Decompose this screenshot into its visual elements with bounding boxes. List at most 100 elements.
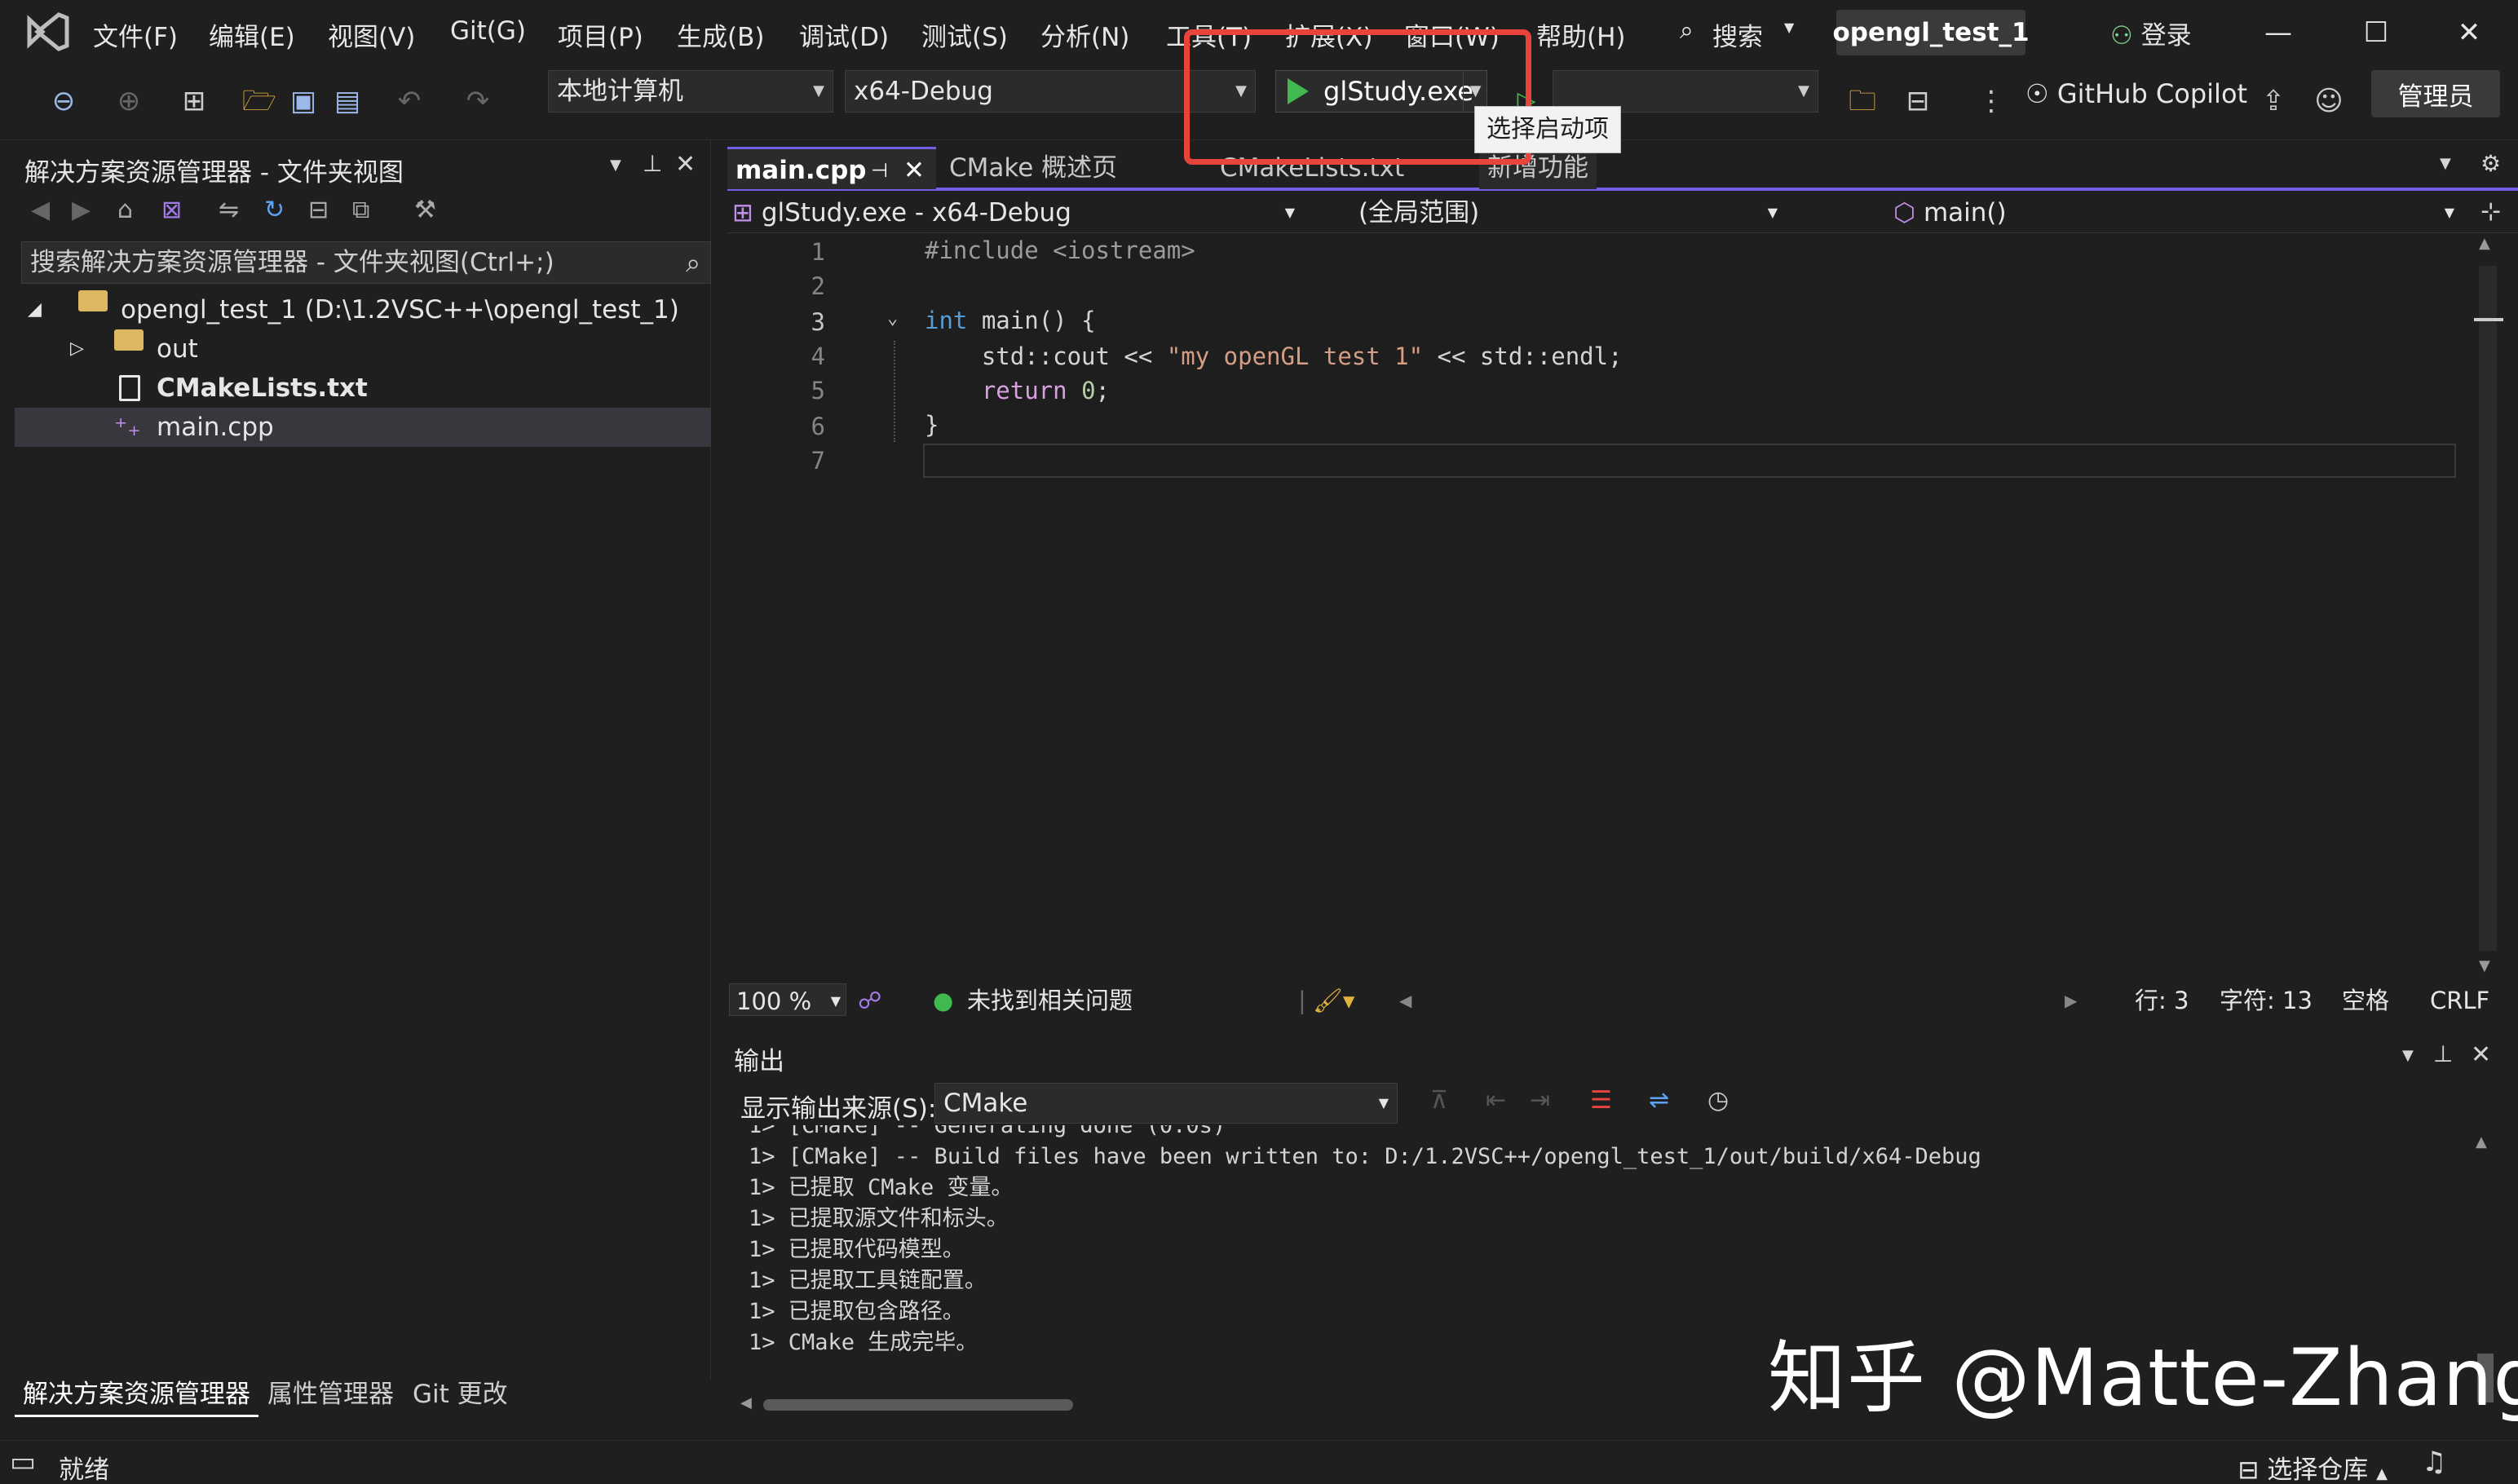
scroll-down-icon[interactable]: ▼ [2479, 957, 2490, 974]
intellicode-icon[interactable]: ☍ [858, 983, 881, 1018]
layout-icon[interactable]: ⊟ [1900, 83, 1936, 119]
close-window-button[interactable]: ✕ [2445, 11, 2494, 54]
tree-item-main-cpp[interactable]: ⁺₊ main.cpp [15, 408, 711, 447]
chevron-down-icon: ▼ [1378, 1095, 1389, 1111]
status-ready: 就绪 [59, 1455, 109, 1484]
pin-icon[interactable]: ⊣ [871, 149, 888, 192]
maximize-button[interactable]: ☐ [2352, 11, 2401, 54]
menu-test[interactable]: 测试(S) [921, 16, 1008, 53]
vertical-scrollbar[interactable]: ▲ ▼ [2471, 233, 2503, 983]
whitespace-indicator[interactable]: 空格 [2342, 983, 2389, 1018]
back-icon[interactable]: ◀ [31, 196, 50, 224]
project-nav-select[interactable]: ⊞ glStudy.exe - x64-Debug ▼ [732, 196, 1303, 230]
solution-search-input[interactable]: 搜索解决方案资源管理器 - 文件夹视图(Ctrl+;) ⌕ [21, 241, 711, 284]
scroll-up-icon[interactable]: ▲ [2479, 235, 2490, 252]
new-project-icon[interactable]: ⊞ [176, 83, 212, 119]
scope-nav-select[interactable]: (全局范围) ▼ [1326, 196, 1786, 230]
bell-icon[interactable]: ♫ [2422, 1446, 2446, 1478]
switch-views-icon[interactable]: ⊠ [161, 196, 182, 224]
feedback-icon[interactable]: ☺ [2311, 83, 2347, 119]
sync-icon[interactable]: ⇋ [219, 196, 239, 224]
collapse-all-icon[interactable]: ⊟ [308, 196, 329, 224]
code-area[interactable]: 1 2 3 4 5 6 7 ⌄ #include <iostream> int … [727, 233, 2482, 983]
menu-help[interactable]: 帮助(H) [1536, 16, 1626, 53]
github-copilot-button[interactable]: ☉ GitHub Copilot [2025, 78, 2247, 109]
code-cleanup-icon[interactable]: 🖌▾ [1313, 983, 1354, 1018]
minimize-button[interactable]: — [2254, 11, 2303, 54]
show-all-files-icon[interactable]: ⧉ [352, 196, 369, 224]
target-machine-select[interactable]: 本地计算机 ▼ [548, 70, 833, 113]
scroll-track[interactable] [2479, 266, 2497, 951]
find-message-icon[interactable]: ⊼ [1430, 1086, 1448, 1115]
tab-git-changes[interactable]: Git 更改 [404, 1371, 516, 1417]
scroll-left-icon[interactable]: ◀ [1399, 983, 1411, 1018]
next-message-icon[interactable]: ⇥ [1530, 1086, 1550, 1115]
share-icon[interactable]: ⇪ [2255, 83, 2291, 119]
properties-icon[interactable]: ⚒ [414, 196, 436, 224]
menu-edit[interactable]: 编辑(E) [209, 16, 295, 53]
chevron-down-icon[interactable]: ▼ [2440, 155, 2451, 172]
scope-nav-value: (全局范围) [1358, 198, 1480, 227]
close-icon[interactable]: ✕ [2471, 1040, 2491, 1069]
tab-cmake-overview[interactable]: CMake 概述页 [941, 147, 1125, 189]
step-icon[interactable]: ⋮ [1973, 83, 2009, 119]
menu-view[interactable]: 视图(V) [328, 16, 415, 53]
issues-status[interactable]: 未找到相关问题 [967, 983, 1133, 1018]
menu-project[interactable]: 项目(P) [558, 16, 643, 53]
save-all-icon[interactable]: ▤ [329, 83, 365, 119]
menu-debug[interactable]: 调试(D) [799, 16, 889, 53]
scroll-thumb[interactable] [763, 1399, 1073, 1411]
tab-main-cpp[interactable]: main.cpp ⊣ ✕ [727, 147, 936, 189]
select-repository-button[interactable]: ⊟ 选择仓库 ▲ [2237, 1449, 2388, 1484]
menu-file[interactable]: 文件(F) [93, 16, 178, 53]
timestamp-icon[interactable]: ◷ [1707, 1086, 1729, 1115]
menu-analyze[interactable]: 分析(N) [1040, 16, 1129, 53]
forward-icon[interactable]: ▶ [72, 196, 91, 224]
fold-chevron-icon[interactable]: ⌄ [887, 308, 898, 329]
line-indicator[interactable]: 行: 3 [2135, 983, 2189, 1018]
clear-all-icon[interactable]: ☰ [1590, 1086, 1612, 1115]
menu-git[interactable]: Git(G) [450, 16, 526, 46]
redo-icon[interactable]: ↷ [460, 83, 496, 119]
target-machine-value: 本地计算机 [557, 77, 683, 106]
search-box[interactable]: ⌕ 搜索 ▼ [1680, 11, 1794, 54]
gear-icon[interactable]: ⚙ [2480, 150, 2501, 177]
output-source-select[interactable]: CMake ▼ [934, 1083, 1398, 1124]
chevron-down-icon: ▼ [2444, 205, 2454, 220]
tree-item-cmakelists[interactable]: CMakeLists.txt [15, 369, 711, 408]
scroll-right-icon[interactable]: ▶ [2065, 983, 2077, 1018]
back-icon[interactable]: ⊖ [46, 83, 82, 119]
pin-icon[interactable]: ⊥ [643, 150, 662, 177]
menu-build[interactable]: 生成(B) [677, 16, 764, 53]
member-nav-select[interactable]: ⬡ main() ▼ [1893, 196, 2463, 230]
folder-icon[interactable]: 🗀 [1844, 83, 1880, 119]
scroll-up-icon[interactable]: ▲ [2476, 1133, 2487, 1151]
tab-solution-explorer[interactable]: 解决方案资源管理器 [15, 1371, 258, 1417]
home-icon[interactable]: ⌂ [117, 196, 133, 224]
close-icon[interactable]: ✕ [903, 149, 925, 192]
tree-item-root[interactable]: ◢ opengl_test_1 (D:\1.2VSC++\opengl_test… [15, 290, 711, 329]
line-ending-indicator[interactable]: CRLF [2430, 983, 2489, 1018]
undo-icon[interactable]: ↶ [391, 83, 427, 119]
output-horizontal-scrollbar[interactable]: ◀ [740, 1391, 2440, 1419]
column-indicator[interactable]: 字符: 13 [2220, 983, 2313, 1018]
prev-message-icon[interactable]: ⇤ [1486, 1086, 1506, 1115]
close-icon[interactable]: ✕ [675, 150, 696, 179]
chevron-down-icon[interactable]: ▼ [610, 157, 621, 174]
pin-icon[interactable]: ⊥ [2433, 1040, 2453, 1067]
save-icon[interactable]: ▣ [285, 83, 321, 119]
split-icon[interactable]: ⊹ [2480, 197, 2501, 226]
login-button[interactable]: ⚇ 登录 [2110, 15, 2192, 51]
chevron-down-icon[interactable]: ▼ [2402, 1047, 2414, 1064]
zoom-select[interactable]: 100 % ▼ [729, 983, 846, 1016]
solution-name-badge[interactable]: opengl_test_1 [1832, 10, 2030, 55]
code-line-1: #include <iostream> [925, 236, 1195, 264]
word-wrap-icon[interactable]: ⇌ [1649, 1086, 1669, 1115]
notification-panel-icon[interactable]: ▭ [10, 1446, 36, 1478]
tab-property-manager[interactable]: 属性管理器 [259, 1371, 402, 1417]
forward-icon[interactable]: ⊕ [111, 83, 147, 119]
tree-item-out[interactable]: ▷ out [15, 329, 711, 369]
scroll-left-icon[interactable]: ◀ [740, 1394, 752, 1411]
open-folder-icon[interactable]: 🗁 [241, 83, 277, 119]
refresh-icon[interactable]: ↻ [264, 196, 285, 224]
